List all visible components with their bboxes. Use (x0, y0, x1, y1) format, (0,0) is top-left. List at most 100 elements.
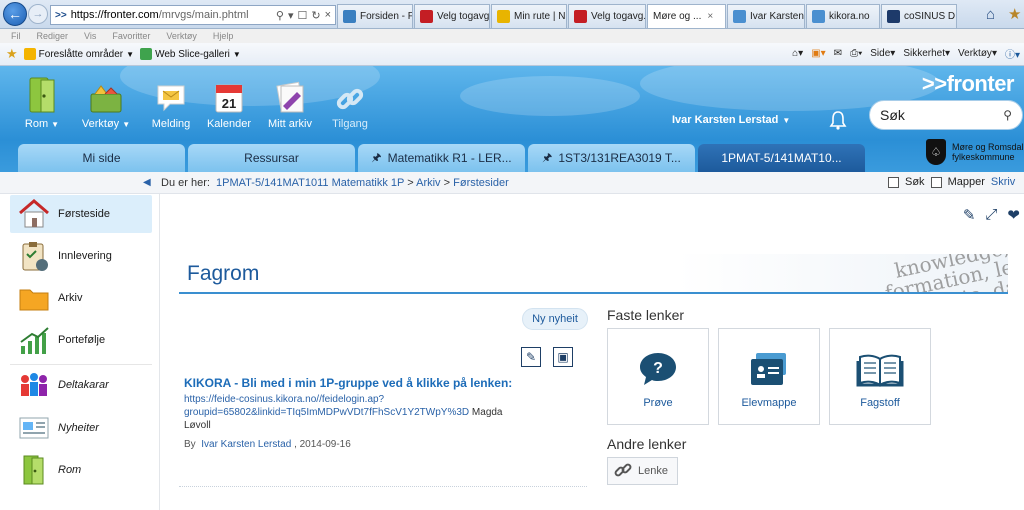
tab-label: Velg togavg... (437, 11, 490, 22)
breadcrumb: Du er her: 1PMAT-5/141MAT1011 Matematikk… (161, 177, 509, 189)
pin-icon[interactable]: 🖈 (542, 149, 552, 168)
breadcrumb-item[interactable]: Førstesider (453, 177, 509, 189)
help-icon[interactable]: ⓘ▾ (1005, 46, 1020, 61)
menu-help[interactable]: Hjelp (213, 31, 234, 41)
sidebar-item-portefolje[interactable]: Portefølje (10, 321, 152, 359)
address-bar[interactable]: >> https://fronter.com /mrvgs/main.phtml… (50, 5, 336, 25)
news-title[interactable]: KIKORA - Bli med i min 1P-gruppe ved å k… (184, 376, 512, 390)
edit-pencil-icon[interactable]: ✎ (963, 206, 976, 224)
menu-file[interactable]: Fil (11, 31, 21, 41)
dropdown-icon[interactable]: ▾ (288, 9, 294, 22)
print-icon[interactable]: ⎙▾ (850, 48, 862, 59)
breadcrumb-item[interactable]: 1PMAT-5/141MAT1011 Matematikk 1P (216, 177, 404, 189)
sidebar-item-nyheiter[interactable]: Nyheiter (10, 409, 152, 447)
tab-favicon-icon (812, 10, 825, 23)
tab-matematikk-r1[interactable]: 🖈 Matematikk R1 - LER... (358, 144, 525, 172)
tab-favicon-icon (733, 10, 746, 23)
browser-tab-active[interactable]: Møre og ... × (647, 4, 726, 28)
tab-label: Ivar Karsten ... (750, 11, 804, 22)
favorites-star-icon[interactable]: ★ (6, 46, 18, 62)
back-button[interactable]: ← (3, 2, 27, 26)
tool-label: Melding (151, 118, 191, 130)
home-icon[interactable]: ⌂▾ (792, 48, 803, 59)
sidebar-item-deltakarar[interactable]: Deltakarar (10, 366, 152, 404)
browser-tab[interactable]: kikora.no (806, 4, 880, 28)
tab-ressursar[interactable]: Ressursar (188, 144, 355, 172)
tool-access[interactable]: Tilgang (314, 74, 386, 130)
sidebar-item-label: Nyheiter (58, 422, 99, 434)
write-link[interactable]: Skriv (991, 176, 1015, 188)
chevron-down-icon: ▼ (122, 119, 131, 129)
address-protocol: >> (55, 9, 67, 21)
edit-news-icon[interactable]: ✎ (521, 347, 541, 367)
tools-menu[interactable]: Verktøy▾ (958, 48, 997, 59)
browser-tab[interactable]: coSINUS DI... (881, 4, 957, 28)
sidebar-item-rom[interactable]: Rom (10, 451, 152, 489)
folders-checkbox[interactable] (930, 176, 942, 188)
menu-view[interactable]: Vis (84, 31, 96, 41)
home-icon[interactable]: ⌂ (986, 6, 995, 23)
collapse-sidebar-icon[interactable]: ◀ (143, 177, 151, 188)
forward-button[interactable]: → (28, 4, 48, 24)
new-news-button[interactable]: Ny nyheit (522, 308, 588, 330)
delete-news-icon[interactable]: ▣ (553, 347, 573, 367)
other-link-lenke[interactable]: Lenke (607, 457, 678, 485)
mail-icon[interactable]: ✉ (834, 48, 842, 59)
sidebar-item-innlevering[interactable]: Innlevering (10, 237, 152, 275)
browser-tab[interactable]: Velg togavg... (568, 4, 646, 28)
chevron-down-icon: ▼ (232, 49, 241, 59)
tab-label: Velg togavg... (591, 11, 646, 22)
web-slice-icon (140, 48, 153, 60)
breadcrumb-item[interactable]: Arkiv (416, 177, 440, 189)
fronter-logo: >>fronter (921, 71, 1015, 96)
pin-icon[interactable]: 🖈 (371, 149, 381, 168)
book-icon (830, 351, 930, 387)
news-author[interactable]: Ivar Karsten Lerstad (201, 439, 291, 450)
tab-mi-side[interactable]: Mi side (18, 144, 185, 172)
safety-menu[interactable]: Sikkerhet▾ (903, 48, 950, 59)
search-icon[interactable]: ⚲ (1003, 108, 1012, 122)
search-input[interactable]: Søk ⚲ (869, 100, 1023, 130)
refresh-icon[interactable]: ↻ (311, 9, 320, 22)
org-name-line2: fylkeskommune (952, 152, 1015, 162)
quick-links-heading: Faste lenker (607, 307, 685, 323)
browser-tab[interactable]: Ivar Karsten ... (727, 4, 805, 28)
notification-bell-icon[interactable] (829, 110, 847, 135)
favorite-heart-icon[interactable]: ❤ (1007, 206, 1020, 224)
rss-icon[interactable]: ▣▾ (811, 48, 825, 59)
web-slice-gallery[interactable]: Web Slice-galleri ▼ (140, 48, 241, 60)
suggested-sites[interactable]: Foreslåtte områder ▼ (23, 48, 134, 60)
browser-titlebar: ← → >> https://fronter.com /mrvgs/main.p… (0, 0, 1024, 29)
quick-link-prove[interactable]: ? Prøve (607, 328, 709, 425)
page-title: Fagrom (187, 262, 260, 285)
tool-tools[interactable]: Verktøy ▼ (70, 74, 142, 130)
search-icon[interactable]: ⚲ (276, 9, 284, 22)
browser-tab[interactable]: Forsiden - F... (337, 4, 413, 28)
browser-tab[interactable]: Velg togavg... (414, 4, 490, 28)
portfolio-chart-icon (18, 324, 50, 356)
tool-room[interactable]: Rom ▼ (6, 74, 78, 130)
page-menu[interactable]: Side▾ (870, 48, 895, 59)
favorites-star-icon[interactable]: ★ (1008, 5, 1021, 23)
menu-edit[interactable]: Rediger (37, 31, 69, 41)
news-link[interactable]: https://feide-cosinus.kikora.no//feidelo… (184, 394, 469, 418)
browser-tab[interactable]: Min rute | N... (491, 4, 567, 28)
quick-link-fagstoff[interactable]: Fagstoff (829, 328, 931, 425)
tab-1st3[interactable]: 🖈 1ST3/131REA3019 T... (528, 144, 695, 172)
user-menu[interactable]: Ivar Karsten Lerstad ▼ (672, 114, 790, 126)
news-divider (179, 486, 587, 487)
menu-favorites[interactable]: Favoritter (112, 31, 150, 41)
menu-tools[interactable]: Verktøy (166, 31, 197, 41)
fullscreen-icon[interactable]: ⤢ (985, 206, 997, 224)
access-icon (314, 74, 386, 114)
tab-1pmat-active[interactable]: 1PMAT-5/141MAT10... (698, 144, 865, 172)
quick-link-elevmappe[interactable]: Elevmappe (718, 328, 820, 425)
search-checkbox[interactable] (888, 176, 899, 188)
tool-label: Kalender (206, 118, 252, 130)
tab-close-icon[interactable]: × (707, 11, 713, 22)
favorites-bar: ★ Foreslåtte områder ▼ Web Slice-galleri… (0, 43, 1024, 66)
sidebar-item-label: Førsteside (58, 208, 110, 220)
stop-icon[interactable]: × (325, 9, 331, 22)
sidebar-item-forsteside[interactable]: Førsteside (10, 195, 152, 233)
sidebar-item-arkiv[interactable]: Arkiv (10, 279, 152, 317)
